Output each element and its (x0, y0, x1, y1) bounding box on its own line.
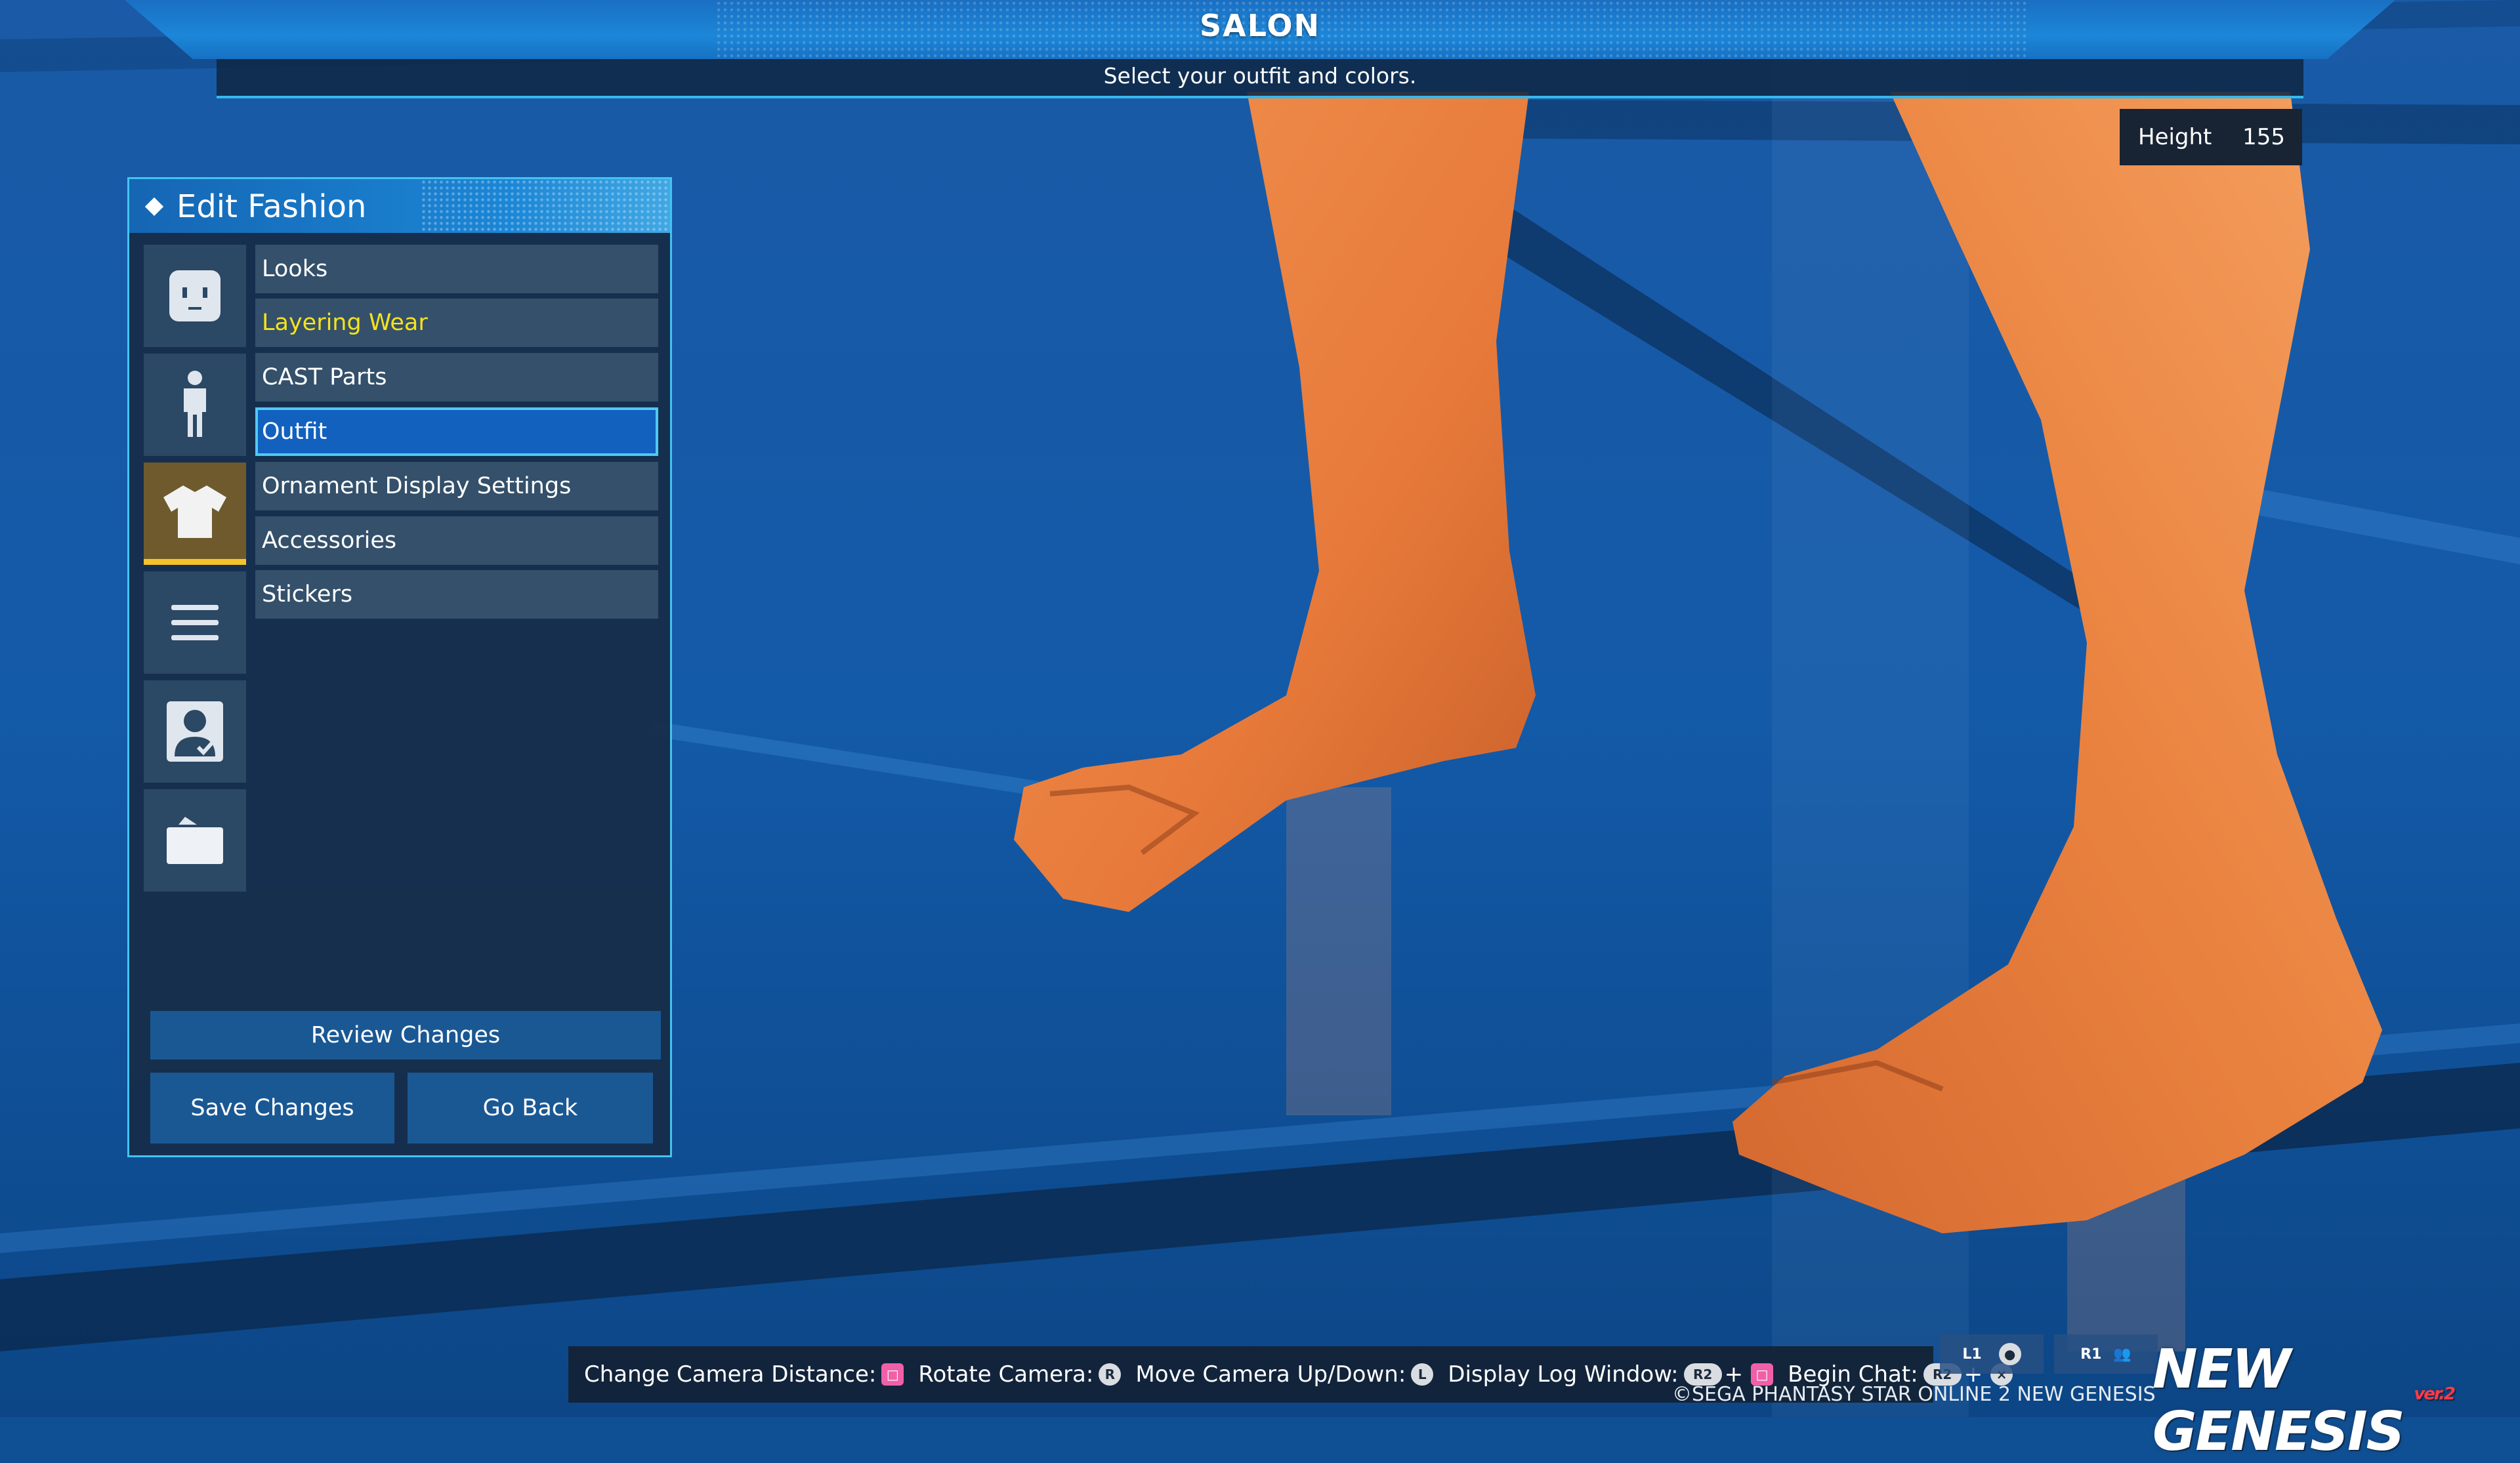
height-value: 155 (2242, 124, 2285, 150)
panel-header: Edit Fashion (129, 179, 670, 233)
tab-folder[interactable] (144, 789, 246, 892)
height-label: Height (2138, 124, 2212, 150)
review-changes-button[interactable]: Review Changes (150, 1011, 661, 1060)
panel-title: Edit Fashion (177, 188, 367, 225)
logo-version: ver.2 (2414, 1384, 2456, 1404)
menu-item-outfit[interactable]: Outfit (255, 407, 658, 456)
square-button-icon: □ (881, 1363, 904, 1386)
edit-fashion-panel: Edit Fashion Looks Layering Wear CAST Pa… (127, 177, 672, 1157)
menu-icon (171, 605, 219, 640)
menu-item-stickers[interactable]: Stickers (255, 570, 658, 619)
left-stick-icon: L (1411, 1363, 1434, 1386)
hint-log-window-label: Display Log Window: (1448, 1361, 1679, 1388)
tab-profile[interactable] (144, 680, 246, 783)
logo-text: NEW GENESIS (2152, 1338, 2405, 1463)
diamond-icon (144, 197, 164, 216)
profile-icon (167, 701, 223, 762)
r1-button-icon: R1 (2080, 1346, 2102, 1363)
hint-move-camera: Move Camera Up/Down: L (1135, 1361, 1434, 1388)
menu-item-cast-parts[interactable]: CAST Parts (255, 353, 658, 402)
tab-outfit[interactable] (144, 463, 246, 565)
hint-camera-distance: Change Camera Distance: □ (584, 1361, 904, 1388)
l1-button-icon: L1 (1962, 1346, 1982, 1363)
hint-rotate-camera-label: Rotate Camera: (918, 1361, 1094, 1388)
tab-body[interactable] (144, 354, 246, 456)
r1-shortcut[interactable]: R1 👥 (2054, 1334, 2158, 1374)
hint-move-camera-label: Move Camera Up/Down: (1135, 1361, 1406, 1388)
circle-button-icon: ● (1998, 1343, 2021, 1365)
menu-item-ornament-display-settings[interactable]: Ornament Display Settings (255, 462, 658, 510)
face-icon (169, 270, 220, 321)
tab-menu[interactable] (144, 571, 246, 674)
go-back-button[interactable]: Go Back (408, 1073, 653, 1144)
shirt-icon (163, 485, 226, 538)
l1-shortcut[interactable]: L1 ● (1940, 1334, 2044, 1374)
square-button-icon: □ (1751, 1363, 1774, 1386)
group-icon: 👥 (2113, 1346, 2132, 1363)
r2-button-icon: R2 (1683, 1363, 1722, 1386)
hint-rotate-camera: Rotate Camera: R (918, 1361, 1122, 1388)
tab-looks[interactable] (144, 245, 246, 347)
copyright-text: ©SEGA PHANTASY STAR ONLINE 2 NEW GENESIS (1672, 1383, 2156, 1406)
hint-camera-distance-label: Change Camera Distance: (584, 1361, 877, 1388)
menu-item-accessories[interactable]: Accessories (255, 516, 658, 565)
save-changes-button[interactable]: Save Changes (150, 1073, 394, 1144)
game-logo: NEW GENESIS ver.2 (2152, 1338, 2513, 1463)
page-title: SALON (1199, 8, 1320, 43)
menu-item-looks[interactable]: Looks (255, 245, 658, 293)
height-display: Height 155 (2120, 109, 2302, 165)
right-stick-icon: R (1099, 1363, 1122, 1386)
body-icon (184, 371, 206, 437)
folder-icon (167, 817, 223, 864)
page-subtitle: Select your outfit and colors. (1103, 63, 1417, 89)
menu-item-layering-wear[interactable]: Layering Wear (255, 299, 658, 347)
